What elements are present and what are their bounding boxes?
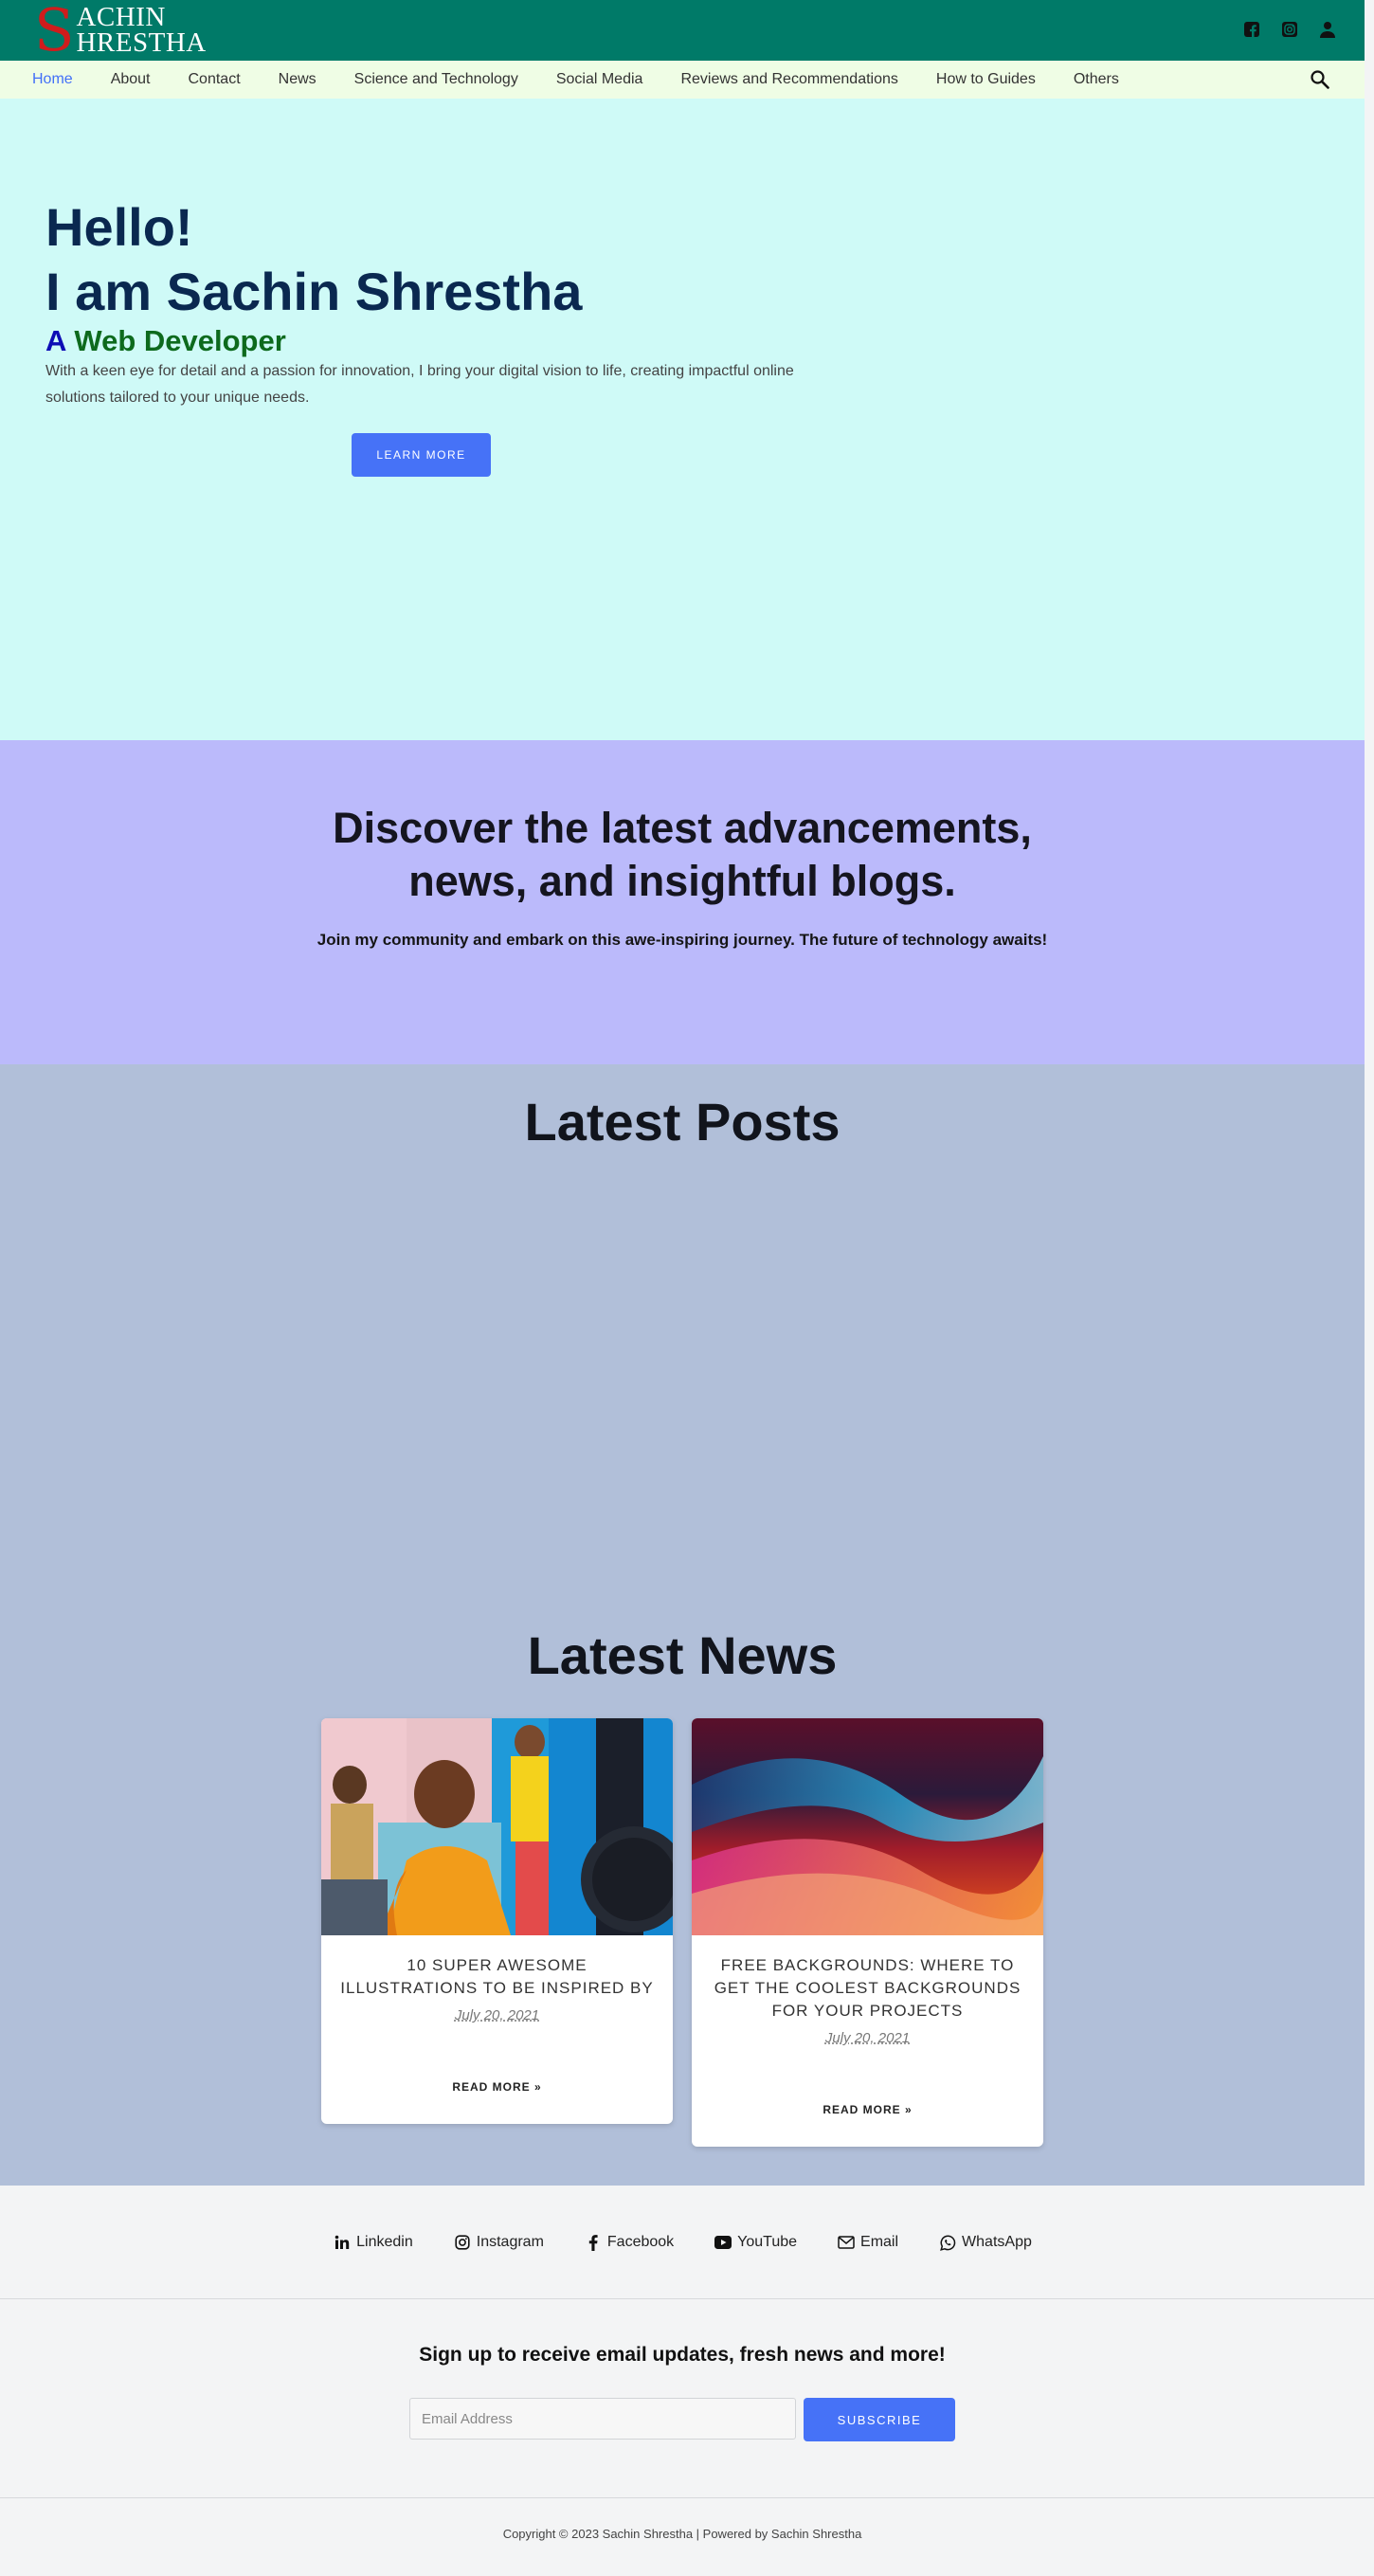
- nav-item-how-to-guides[interactable]: How to Guides: [936, 71, 1036, 88]
- email-icon: [837, 2233, 856, 2252]
- main-nav: Home About Contact News Science and Tech…: [0, 61, 1365, 99]
- news-card-image[interactable]: [692, 1718, 1043, 1935]
- discover-heading-line-1: Discover the latest advancements,: [333, 804, 1032, 852]
- logo-initial: S: [34, 0, 75, 64]
- discover-section: Discover the latest advancements, news, …: [0, 740, 1365, 1064]
- nav-item-news[interactable]: News: [279, 71, 316, 88]
- copyright-text: Copyright © 2023 Sachin Shrestha | Power…: [502, 2527, 862, 2541]
- hero-role-title: Web Developer: [74, 324, 286, 357]
- nav-item-reviews[interactable]: Reviews and Recommendations: [680, 71, 897, 88]
- instagram-icon: [453, 2233, 472, 2252]
- news-card-date[interactable]: July 20, 2021: [321, 2007, 673, 2023]
- search-icon[interactable]: [1310, 69, 1330, 90]
- social-link-instagram[interactable]: Instagram: [453, 2233, 544, 2252]
- hero-role-prefix: A: [45, 324, 67, 357]
- social-link-facebook[interactable]: Facebook: [584, 2233, 674, 2252]
- social-link-whatsapp[interactable]: WhatsApp: [938, 2233, 1032, 2252]
- user-icon[interactable]: [1317, 19, 1338, 40]
- social-link-linkedin[interactable]: Linkedin: [333, 2233, 413, 2252]
- news-card[interactable]: 10 SUPER AWESOME ILLUSTRATIONS TO BE INS…: [321, 1718, 673, 2124]
- posts-section: Latest Posts Latest News 10 SUPER AWESOM…: [0, 1064, 1365, 2186]
- hero-section: Hello! I am Sachin Shrestha A Web Develop…: [0, 99, 1365, 740]
- social-label-instagram: Instagram: [476, 2234, 544, 2250]
- social-label-facebook: Facebook: [606, 2234, 675, 2250]
- hero-role: A Web Developer: [45, 324, 286, 358]
- logo-line-1: ACHIN: [76, 2, 166, 32]
- nav-item-about[interactable]: About: [111, 71, 151, 88]
- site-logo[interactable]: S ACHIN HRESTHA: [34, 0, 207, 64]
- facebook-icon[interactable]: [1241, 19, 1262, 40]
- social-label-whatsapp: WhatsApp: [962, 2234, 1032, 2250]
- logo-text: ACHIN HRESTHA: [76, 2, 207, 58]
- header-social-icons: [1241, 19, 1338, 40]
- read-more-link[interactable]: READ MORE »: [692, 2103, 1043, 2116]
- social-link-email[interactable]: Email: [837, 2233, 898, 2252]
- linkedin-icon: [333, 2233, 352, 2252]
- discover-heading-line-2: news, and insightful blogs.: [408, 857, 956, 905]
- instagram-icon[interactable]: [1279, 19, 1300, 40]
- youtube-icon: [714, 2233, 732, 2252]
- hero-name: I am Sachin Shrestha: [45, 262, 583, 321]
- social-link-youtube[interactable]: YouTube: [714, 2233, 797, 2252]
- news-card-image[interactable]: [321, 1718, 673, 1935]
- social-label-email: Email: [860, 2234, 899, 2250]
- nav-item-social-media[interactable]: Social Media: [556, 71, 643, 88]
- nav-item-others[interactable]: Others: [1074, 71, 1119, 88]
- newsletter-signup: Sign up to receive email updates, fresh …: [0, 2299, 1374, 2498]
- nav-item-science-technology[interactable]: Science and Technology: [354, 71, 518, 88]
- news-card-date[interactable]: July 20, 2021: [692, 2030, 1043, 2046]
- facebook-icon: [584, 2233, 603, 2252]
- logo-line-2: HRESTHA: [76, 27, 207, 58]
- latest-news-heading: Latest News: [527, 1625, 838, 1685]
- read-more-link[interactable]: READ MORE »: [321, 2080, 673, 2094]
- signup-heading: Sign up to receive email updates, fresh …: [419, 2344, 946, 2366]
- news-card-title[interactable]: 10 SUPER AWESOME ILLUSTRATIONS TO BE INS…: [321, 1954, 673, 2000]
- subscribe-button[interactable]: SUBSCRIBE: [804, 2398, 955, 2441]
- news-card-title[interactable]: FREE BACKGROUNDS: WHERE TO GET THE COOLE…: [692, 1954, 1043, 2023]
- nav-item-contact[interactable]: Contact: [189, 71, 241, 88]
- social-label-linkedin: Linkedin: [356, 2234, 413, 2250]
- latest-posts-heading: Latest Posts: [524, 1092, 841, 1152]
- discover-heading: Discover the latest advancements, news, …: [0, 802, 1365, 908]
- learn-more-button[interactable]: LEARN MORE: [352, 433, 491, 477]
- whatsapp-icon: [938, 2233, 957, 2252]
- social-label-youtube: YouTube: [737, 2234, 798, 2250]
- email-field[interactable]: [409, 2398, 796, 2440]
- site-header: S ACHIN HRESTHA: [0, 0, 1365, 61]
- hero-description: With a keen eye for detail and a passion…: [45, 363, 794, 406]
- footer-social-links: Linkedin Instagram Facebook YouTube Emai…: [0, 2186, 1374, 2299]
- news-card[interactable]: FREE BACKGROUNDS: WHERE TO GET THE COOLE…: [692, 1718, 1043, 2147]
- nav-item-home[interactable]: Home: [32, 71, 73, 88]
- discover-subtext: Join my community and embark on this awe…: [316, 931, 1048, 949]
- hero-greeting: Hello!: [45, 197, 193, 257]
